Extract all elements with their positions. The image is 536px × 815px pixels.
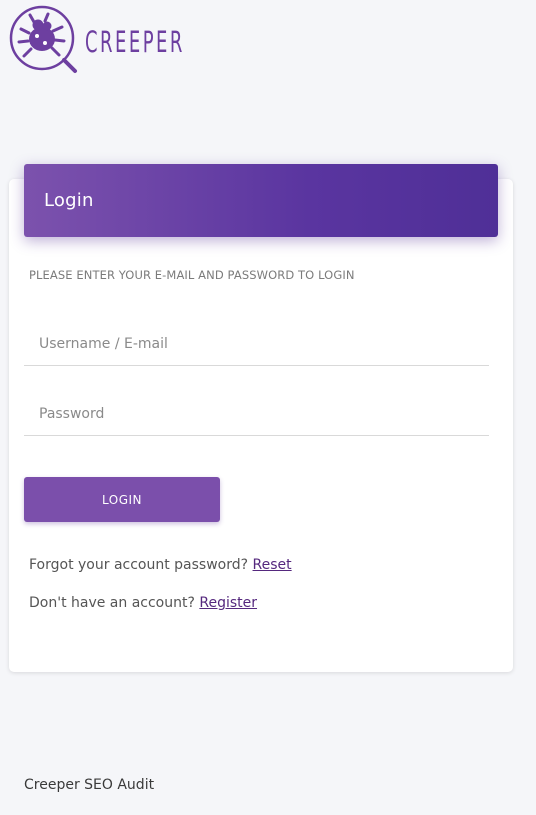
register-link[interactable]: Register [199,595,257,611]
username-input[interactable] [24,322,489,366]
reset-link[interactable]: Reset [253,557,292,573]
login-instructions: PLEASE ENTER YOUR E-MAIL AND PASSWORD TO… [29,268,355,282]
brand-name: CREEPER [85,24,185,59]
forgot-password-line: Forgot your account password? Reset [29,557,292,573]
register-line: Don't have an account? Register [29,595,257,611]
brand-logo[interactable]: CREEPER [9,5,246,75]
register-text: Don't have an account? [29,595,195,611]
bug-magnifier-icon [9,5,77,73]
login-card-header: Login [24,164,498,237]
login-title: Login [44,190,94,211]
password-input[interactable] [24,392,489,436]
login-button[interactable]: LOGIN [24,477,220,522]
footer-text: Creeper SEO Audit [24,777,155,793]
forgot-password-text: Forgot your account password? [29,557,249,573]
